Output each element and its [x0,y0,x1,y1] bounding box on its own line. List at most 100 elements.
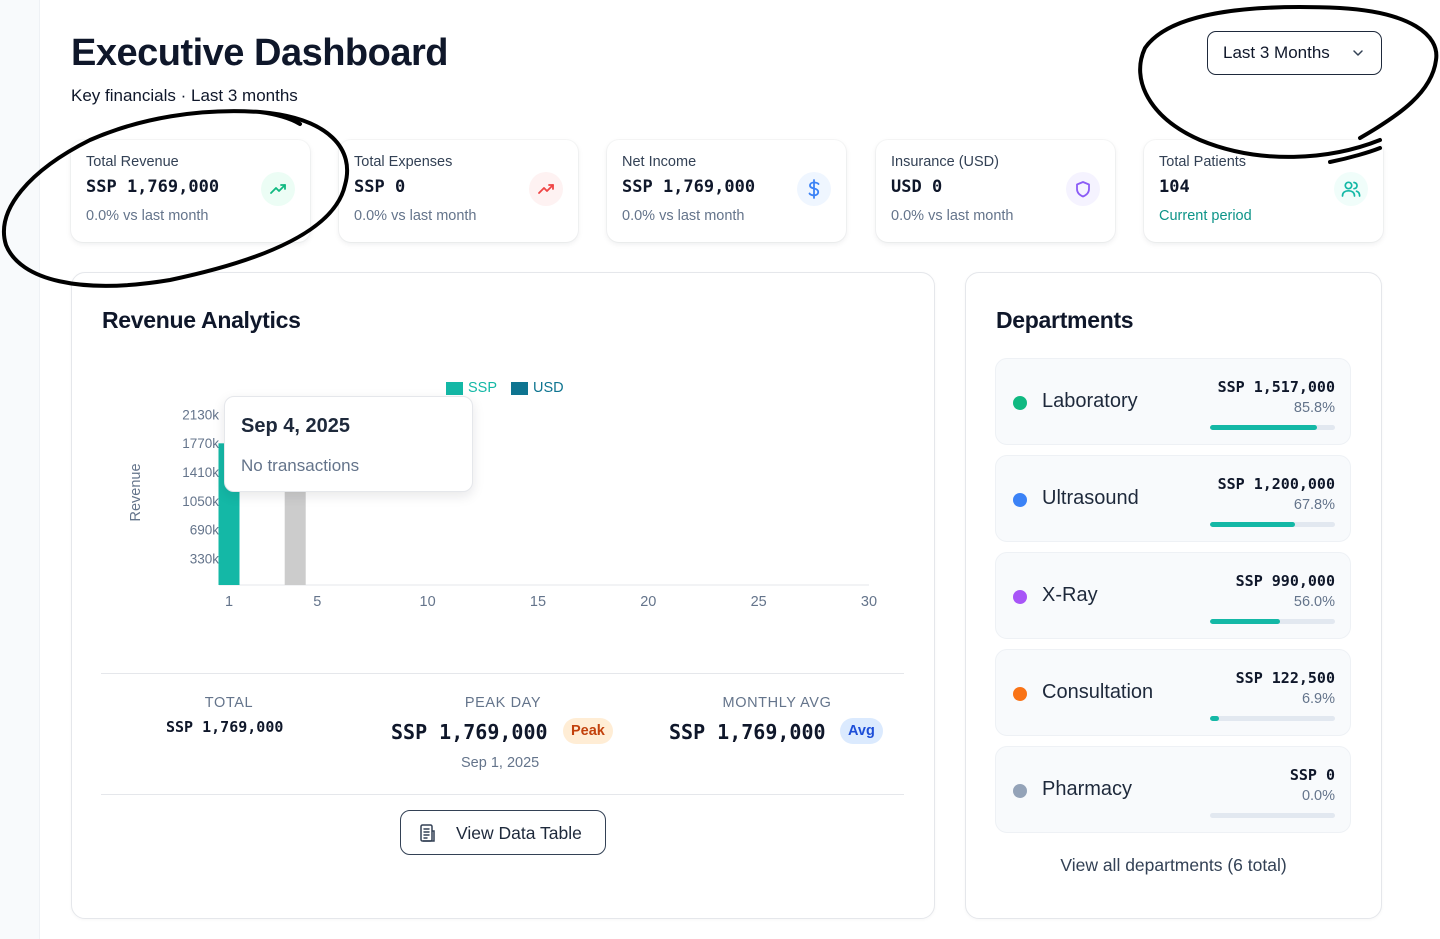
sidebar-edge [0,0,40,939]
stat-avg-label: MONTHLY AVG [722,695,832,711]
department-item-x-ray[interactable]: X-Ray SSP 990,000 56.0% [995,552,1351,639]
department-item-pharmacy[interactable]: Pharmacy SSP 0 0.0% [995,746,1351,833]
department-amount: SSP 990,000 [1235,572,1335,590]
tooltip-date: Sep 4, 2025 [241,415,350,437]
department-name: Laboratory [1042,390,1138,412]
y-axis-label: Revenue [128,463,144,521]
department-name: Ultrasound [1042,487,1139,509]
department-share-bar [1210,619,1335,624]
kpi-label: Net Income [622,154,697,170]
department-share-bar [1210,425,1335,430]
revenue-chart[interactable]: 330k690k1050k1410k1770k2130k1 5 10 15 20 25 30… [71,370,935,670]
department-share-fill [1210,716,1219,721]
chevron-down-icon [1353,50,1363,56]
stat-peak-date: Sep 1, 2025 [461,755,540,771]
y-tick-label: 330k [190,552,220,567]
revenue-analytics-title: Revenue Analytics [102,307,301,333]
y-tick-label: 1410k [182,465,219,480]
trending-up-icon [529,172,563,206]
stat-peak-value: SSP 1,769,000 [391,720,548,744]
kpi-delta: Current period [1159,208,1252,224]
kpi-label: Insurance (USD) [891,154,999,170]
kpi-delta: 0.0% vs last month [622,208,745,224]
stat-total-label: TOTAL [204,695,254,711]
y-tick-label: 1770k [182,436,219,451]
divider [101,673,904,674]
department-amount: SSP 122,500 [1235,669,1335,687]
department-share-bar [1210,522,1335,527]
department-name: X-Ray [1042,584,1098,606]
date-range-label: Last 3 Months [1223,43,1330,62]
kpi-label: Total Patients [1159,154,1247,170]
table-icon [420,824,435,842]
department-dot [1013,590,1027,604]
department-amount: SSP 1,200,000 [1217,475,1335,493]
department-dot [1013,396,1027,410]
view-data-table-button[interactable]: View Data Table [400,810,606,855]
kpi-card-total-patients: Total Patients 104 Current period [1144,140,1383,242]
kpi-card-total-expenses: Total Expenses SSP 0 0.0% vs last month [339,140,578,242]
department-percent: 67.8% [1293,497,1335,513]
kpi-card-insurance: Insurance (USD) USD 0 0.0% vs last month [876,140,1115,242]
department-share-bar [1210,813,1335,818]
kpi-delta: 0.0% vs last month [354,208,477,224]
kpi-card-total-revenue: Total Revenue SSP 1,769,000 0.0% vs last… [71,140,310,242]
department-share-fill [1210,619,1280,624]
view-data-table-label: View Data Table [456,823,582,843]
department-share-fill [1210,425,1318,430]
department-amount: SSP 1,517,000 [1217,378,1335,396]
kpi-card-net-income: Net Income SSP 1,769,000 0.0% vs last mo… [607,140,846,242]
view-all-departments-link[interactable]: View all departments (6 total) [996,855,1351,876]
stat-avg-value: SSP 1,769,000 [669,720,826,744]
department-share-fill [1210,522,1295,527]
page-title: Executive Dashboard [71,32,448,74]
department-percent: 56.0% [1293,594,1335,610]
kpi-value: SSP 1,769,000 [622,177,756,197]
stat-total-value: SSP 1,769,000 [166,718,284,736]
kpi-label: Total Revenue [86,154,179,170]
x-tick-label: 15 [530,594,546,610]
x-tick-label: 25 [751,594,767,610]
x-tick-label: 1 [225,594,233,610]
department-item-laboratory[interactable]: Laboratory SSP 1,517,000 85.8% [995,358,1351,445]
department-name: Pharmacy [1042,778,1133,800]
page-subtitle: Key financials · Last 3 months [71,86,298,105]
kpi-value: SSP 1,769,000 [86,177,220,197]
department-name: Consultation [1042,681,1154,703]
avg-badge: Avg [840,718,883,744]
trending-up-icon [261,172,295,206]
department-dot [1013,493,1027,507]
kpi-value: SSP 0 [354,177,406,197]
dollar-icon [797,172,831,206]
kpi-value: 104 [1159,177,1190,197]
department-share-bar [1210,716,1335,721]
x-tick-label: 30 [861,594,877,610]
y-tick-label: 2130k [182,407,219,422]
date-range-select[interactable]: Last 3 Months [1207,31,1382,75]
kpi-label: Total Expenses [354,154,453,170]
kpi-value: USD 0 [891,177,943,197]
y-tick-label: 1050k [182,494,219,509]
department-dot [1013,784,1027,798]
department-percent: 0.0% [1301,788,1335,804]
x-tick-label: 20 [640,594,656,610]
department-item-ultrasound[interactable]: Ultrasound SSP 1,200,000 67.8% [995,455,1351,542]
department-dot [1013,687,1027,701]
departments-title: Departments [996,307,1134,333]
peak-badge: Peak [563,718,613,744]
department-item-consultation[interactable]: Consultation SSP 122,500 6.9% [995,649,1351,736]
department-percent: 85.8% [1293,400,1335,416]
x-tick-label: 10 [420,594,436,610]
chart-tooltip: Sep 4, 2025 No transactions [224,396,473,492]
users-icon [1334,172,1368,206]
y-tick-label: 690k [190,523,220,538]
department-amount: SSP 0 [1289,766,1335,784]
stat-peak-label: PEAK DAY [464,695,542,711]
kpi-delta: 0.0% vs last month [891,208,1014,224]
tooltip-message: No transactions [241,456,360,475]
shield-icon [1066,172,1100,206]
x-tick-label: 5 [313,594,321,610]
kpi-delta: 0.0% vs last month [86,208,209,224]
divider [101,794,904,795]
department-percent: 6.9% [1301,691,1335,707]
